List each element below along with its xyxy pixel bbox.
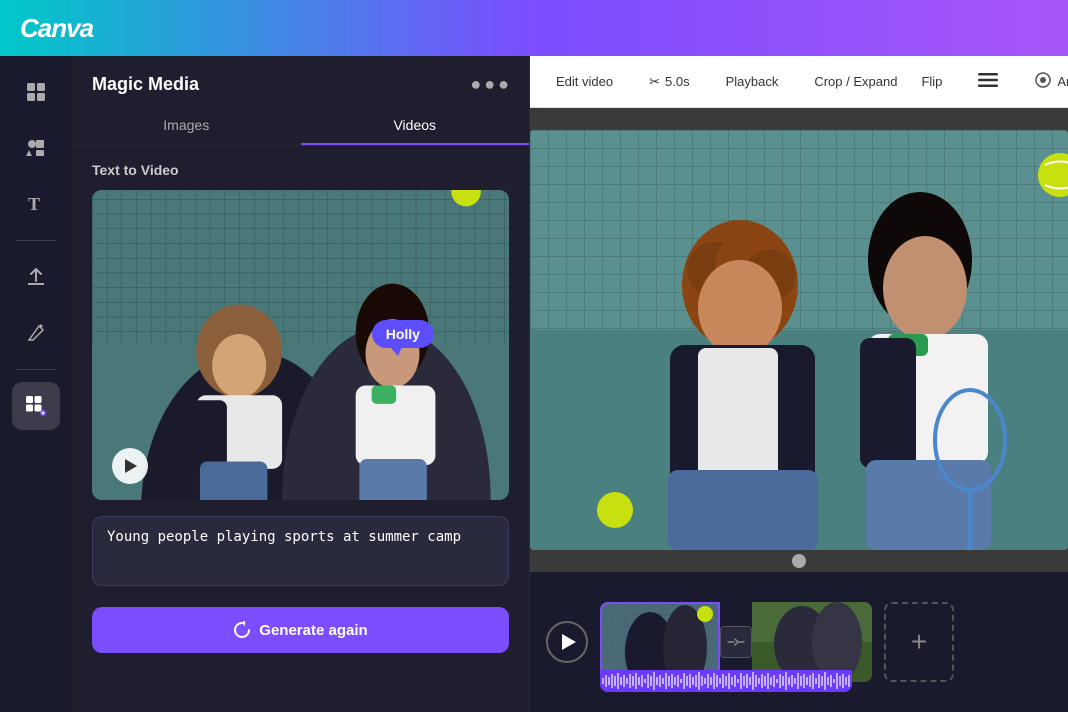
canva-logo: Canva (20, 13, 93, 44)
animate-icon (1034, 71, 1052, 92)
timeline: + (530, 572, 1068, 712)
animate-label: Animate (1057, 74, 1068, 89)
playback-label: Playback (726, 74, 779, 89)
sidebar-icons: T (0, 56, 72, 712)
generate-again-button[interactable]: Generate again (92, 607, 509, 653)
prompt-input[interactable] (92, 516, 509, 586)
scrubber-area (530, 554, 1068, 572)
scrubber-dot[interactable] (792, 554, 806, 568)
sidebar-item-upload[interactable] (12, 253, 60, 301)
main-scene-svg (530, 130, 1068, 550)
timeline-play-icon (562, 634, 576, 650)
canvas-viewport (530, 108, 1068, 572)
sidebar-item-grid[interactable] (12, 68, 60, 116)
top-bar: Canva (0, 0, 1068, 56)
waveform (600, 670, 852, 692)
hamburger-button[interactable] (968, 66, 1008, 97)
refresh-icon (233, 621, 251, 639)
holly-tooltip: Holly (372, 320, 434, 348)
panel-title: Magic Media (92, 74, 199, 95)
sidebar-divider-2 (16, 369, 56, 370)
panel-menu-button[interactable]: ●●● (470, 74, 509, 95)
section-label: Text to Video (92, 162, 509, 178)
main-area: T (0, 56, 1068, 712)
edit-video-button[interactable]: Edit video (546, 68, 623, 95)
transition-icon (727, 635, 745, 649)
panel-tabs: Images Videos (72, 107, 529, 146)
crop-expand-button[interactable]: Crop / Expand (804, 68, 907, 95)
generate-again-label: Generate again (259, 622, 367, 639)
panel-header: Magic Media ●●● (72, 56, 529, 107)
flip-button[interactable]: Flip (911, 68, 952, 95)
timeline-clips: + (600, 592, 1052, 692)
sidebar-item-draw[interactable] (12, 309, 60, 357)
canvas-area: Edit video ✂ 5.0s Playback Crop / Expand… (530, 56, 1068, 712)
hamburger-icon (978, 72, 998, 91)
playback-button[interactable]: Playback (716, 68, 789, 95)
svg-text:T: T (28, 194, 40, 214)
toolbar: Edit video ✂ 5.0s Playback Crop / Expand… (530, 56, 1068, 108)
sidebar-item-apps[interactable] (12, 382, 60, 430)
flip-label: Flip (921, 74, 942, 89)
add-clip-button[interactable]: + (884, 602, 954, 682)
preview-scene-svg (92, 190, 509, 500)
duration-label: 5.0s (665, 74, 690, 89)
timeline-play-button[interactable] (546, 621, 588, 663)
play-button-overlay[interactable] (112, 448, 148, 484)
add-clip-icon: + (911, 626, 927, 658)
main-media (530, 130, 1068, 550)
tab-videos[interactable]: Videos (301, 107, 530, 145)
crop-expand-label: Crop / Expand (814, 74, 897, 89)
sidebar-item-text[interactable]: T (12, 180, 60, 228)
clip-transition[interactable] (720, 626, 752, 658)
sidebar-divider (16, 240, 56, 241)
court-scene: Holly (92, 190, 509, 500)
panel: Magic Media ●●● Images Videos Text to Vi… (72, 56, 530, 712)
play-triangle-icon (125, 459, 137, 473)
animate-button[interactable]: Animate (1024, 65, 1068, 98)
tab-images[interactable]: Images (72, 107, 301, 145)
waveform-svg (600, 670, 852, 692)
edit-video-label: Edit video (556, 74, 613, 89)
scissors-button[interactable]: ✂ 5.0s (639, 68, 699, 96)
panel-content: Text to Video (72, 146, 529, 712)
video-preview: Holly (92, 190, 509, 500)
sidebar-item-elements[interactable] (12, 124, 60, 172)
scissors-icon: ✂ (649, 74, 660, 90)
